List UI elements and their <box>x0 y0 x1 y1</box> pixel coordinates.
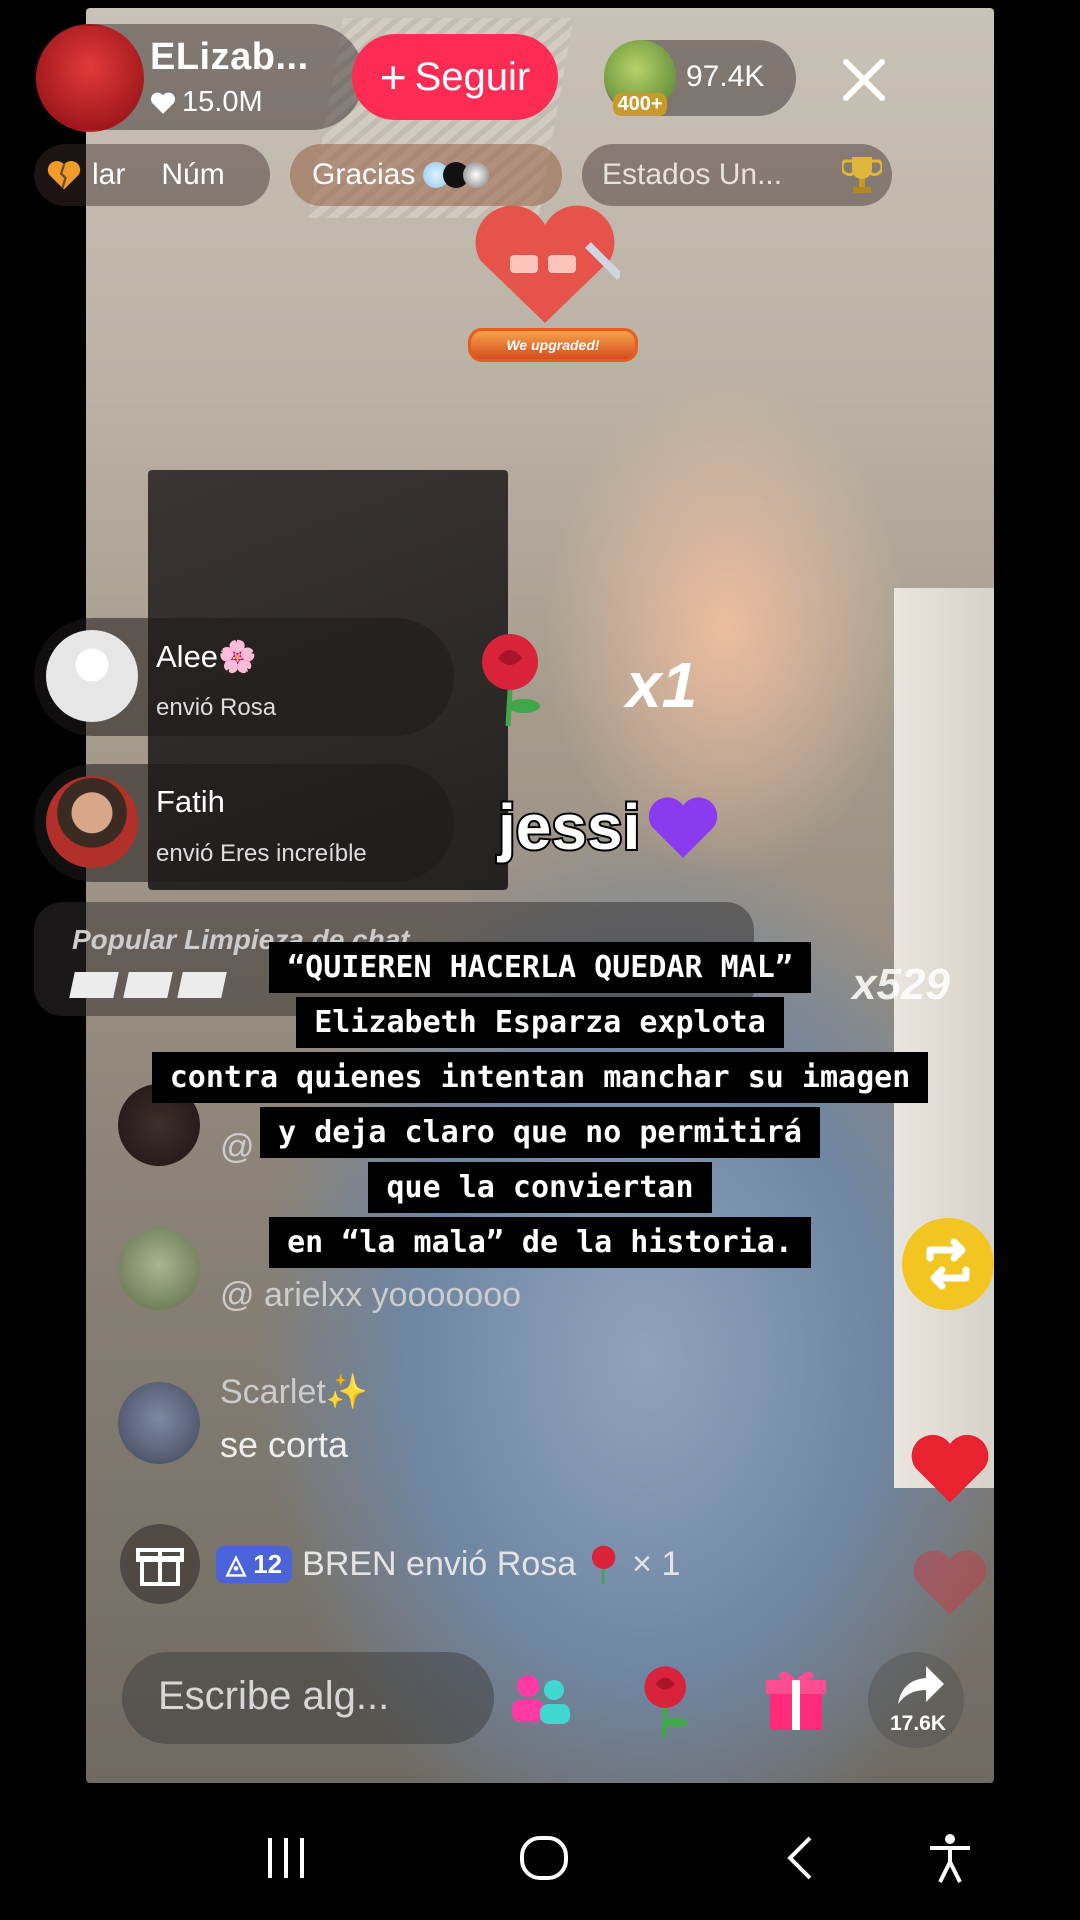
gift-sender-name: Alee🌸 <box>156 639 257 674</box>
chat-username: @ arielxx yooooooo <box>220 1276 521 1315</box>
gift-description: envió Rosa <box>156 694 277 721</box>
ranking-label: lar <box>92 158 126 191</box>
ranking-pill[interactable]: lar Núm <box>34 144 270 206</box>
caption-line: en “la mala” de la historia. <box>269 1217 811 1268</box>
follow-label: Seguir <box>414 54 531 99</box>
gem-icons <box>423 162 490 188</box>
region-ranking-pill[interactable]: Estados Un... <box>582 144 892 206</box>
comment-placeholder: Escribe alg... <box>158 1674 390 1718</box>
broken-heart-icon <box>47 161 81 190</box>
level-number: 12 <box>253 1548 283 1579</box>
rose-icon <box>482 634 540 727</box>
home-icon[interactable] <box>516 1830 572 1886</box>
repost-icon <box>926 1238 970 1290</box>
chat-username-text: @ arielxx <box>220 1276 363 1314</box>
avatar[interactable] <box>46 630 138 722</box>
rose-icon[interactable] <box>626 1660 706 1740</box>
plus-icon: + <box>379 51 407 103</box>
gift-multiplier: x1 <box>626 649 698 721</box>
rose-icon <box>592 1545 616 1585</box>
avatar[interactable] <box>118 1382 200 1464</box>
share-count: 17.6K <box>889 1712 947 1735</box>
purple-heart-icon <box>649 797 718 858</box>
upgraded-banner: We upgraded! <box>468 328 638 362</box>
overlay-name-tag: jessi <box>496 789 720 865</box>
gift-notice-count: × 1 <box>632 1544 681 1583</box>
gift-notice-text: BREN envió Rosa <box>302 1544 577 1583</box>
gift-box-icon <box>136 1548 184 1586</box>
caption-line: Elizabeth Esparza explota <box>296 997 784 1048</box>
host-avatar[interactable] <box>36 24 144 132</box>
region-label: Estados Un... <box>602 158 783 191</box>
top-viewer-badge[interactable]: 400+ <box>604 40 676 116</box>
host-likes: 15.0M <box>150 86 263 119</box>
heart-sticker <box>475 205 620 323</box>
gift-icon[interactable] <box>756 1660 836 1740</box>
caption-line: y deja claro que no permitirá <box>260 1107 820 1158</box>
heart-icon <box>150 92 176 114</box>
heart-icon <box>913 1550 987 1615</box>
level-badge: ◬ 12 <box>216 1545 293 1583</box>
chat-message: se corta <box>220 1424 349 1465</box>
multi-guest-icon[interactable] <box>500 1660 580 1740</box>
moon-icon <box>463 162 490 188</box>
caption-line: “QUIEREN HACERLA QUEDAR MAL” <box>269 942 811 993</box>
repost-button[interactable] <box>902 1218 994 1310</box>
follow-button[interactable]: + Seguir <box>352 34 558 120</box>
chat-message: yooooooo <box>371 1276 522 1314</box>
chat-username: Scarlet✨ <box>220 1373 369 1411</box>
caption-line: contra quienes intentan manchar su image… <box>151 1052 929 1103</box>
accessibility-icon[interactable] <box>922 1830 978 1886</box>
viewer-badge-label: 400+ <box>613 93 667 116</box>
gift-sender-name: Fatih <box>156 784 225 819</box>
gift-description: envió Eres increíble <box>156 840 367 867</box>
host-name: ELizab... <box>150 36 309 78</box>
trophy-icon <box>842 157 882 193</box>
close-icon[interactable] <box>838 54 890 106</box>
gift-notice: ◬ 12 BREN envió Rosa × 1 <box>216 1543 680 1585</box>
host-likes-count: 15.0M <box>182 86 263 118</box>
overlay-name-text: jessi <box>496 789 642 865</box>
viewer-count: 97.4K <box>686 60 765 93</box>
avatar[interactable] <box>46 776 138 868</box>
gift-box-button[interactable] <box>120 1524 200 1604</box>
gracias-label: Gracias <box>312 158 416 191</box>
recent-apps-icon[interactable] <box>258 1830 314 1886</box>
back-icon[interactable] <box>774 1830 830 1886</box>
caption-line: que la conviertan <box>368 1162 712 1213</box>
ranking-number-label: Núm <box>161 158 225 191</box>
heart-icon[interactable] <box>908 1430 992 1506</box>
gracias-pill[interactable]: Gracias <box>290 144 562 206</box>
